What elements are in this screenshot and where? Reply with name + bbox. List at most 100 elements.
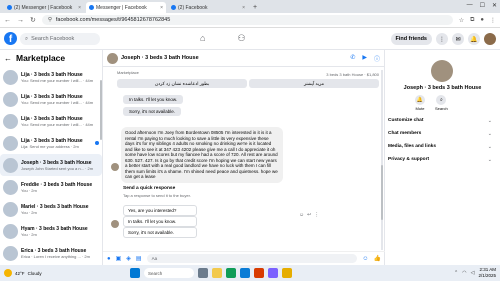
more-options-button[interactable]: مزید آپشنز xyxy=(249,79,379,88)
contact-avatar[interactable] xyxy=(431,60,453,82)
chrome-icon[interactable] xyxy=(226,268,236,278)
conversation-item[interactable]: Mariel · 3 beds 3 bath House You · 2m xyxy=(0,198,102,220)
home-icon[interactable]: ⌂ xyxy=(200,33,205,44)
forward-icon[interactable]: → xyxy=(17,17,24,24)
close-window-icon[interactable]: ✕ xyxy=(492,2,497,9)
conversation-item[interactable]: Lija · 3 beds 3 bath House Lija: Send me … xyxy=(0,132,102,154)
conversation-preview: You · 2m xyxy=(21,231,37,237)
conversation-avatar xyxy=(3,223,18,239)
privacy-support-row[interactable]: Privacy & support ⌄ xyxy=(385,153,500,166)
customize-chat-row[interactable]: Customize chat ⌄ xyxy=(385,114,500,127)
like-icon[interactable]: 👍 xyxy=(374,255,381,262)
back-arrow-icon[interactable]: ← xyxy=(4,54,12,63)
system-tray: ⌃ ◠ ◁ 2:31 AM 2/1/2025 xyxy=(454,267,496,278)
contact-name: Joseph · 3 beds 3 bath House xyxy=(403,85,482,91)
quick-reply-option[interactable]: Yes, are you interested? xyxy=(123,205,197,216)
messenger-icon[interactable]: ✉ xyxy=(452,33,464,45)
conversation-avatar xyxy=(3,91,18,107)
info-icon[interactable]: ⓘ xyxy=(374,54,380,63)
conversation-item[interactable]: Lija · 3 beds 3 bath House You: Send me y… xyxy=(0,88,102,110)
close-tab-icon[interactable]: × xyxy=(78,5,81,11)
conversation-preview: You · 2m xyxy=(21,187,37,193)
profile-icon[interactable]: ● xyxy=(480,17,484,23)
conversation-name: Hyam · 3 beds 3 bath House xyxy=(21,225,88,232)
app-icon[interactable] xyxy=(282,268,292,278)
browser-tab-3[interactable]: (2) Facebook × xyxy=(168,2,248,13)
maximize-icon[interactable]: ☐ xyxy=(480,2,485,9)
browser-tab-2[interactable]: Messenger | Facebook × xyxy=(86,2,166,13)
facebook-top-bar: f ⌕ Search Facebook ⌂ ⚇ Find friends ⋮ ✉ … xyxy=(0,28,500,50)
account-avatar[interactable] xyxy=(484,33,496,45)
find-friends-button[interactable]: Find friends xyxy=(390,33,432,45)
facebook-search-input[interactable]: ⌕ Search Facebook xyxy=(20,33,100,45)
store-icon[interactable] xyxy=(268,268,278,278)
taskbar-search[interactable]: Search xyxy=(144,268,194,278)
menu-grid-icon[interactable]: ⋮ xyxy=(436,33,448,45)
quick-reply-option[interactable]: In talks. I'll let you know. xyxy=(123,216,197,227)
site-info-icon[interactable]: ⚲ xyxy=(48,17,52,23)
message-bubble: Good afternoon I'm Joey from Bordentown … xyxy=(121,127,283,183)
phone-icon[interactable]: ✆ xyxy=(350,54,355,63)
reload-icon[interactable]: ↻ xyxy=(30,16,36,24)
media-files-row[interactable]: Media, files and links ⌄ xyxy=(385,140,500,153)
edge-icon[interactable] xyxy=(240,268,250,278)
conversation-item[interactable]: Freddie · 3 beds 3 bath House You · 2m xyxy=(0,176,102,198)
office-icon[interactable] xyxy=(254,268,264,278)
volume-icon[interactable]: ◁ xyxy=(471,270,475,276)
sidebar-scrollbar[interactable] xyxy=(100,80,102,140)
menu-icon[interactable]: ⋮ xyxy=(490,17,496,24)
notifications-icon[interactable]: 🔔 xyxy=(468,33,480,45)
conversation-item[interactable]: Joseph · 3 beds 3 bath House Joseph John … xyxy=(0,154,102,176)
clock[interactable]: 2:31 AM 2/1/2025 xyxy=(478,267,496,278)
chat-members-row[interactable]: Chat members ⌄ xyxy=(385,127,500,140)
wifi-icon[interactable]: ◠ xyxy=(462,270,466,276)
close-tab-icon[interactable]: × xyxy=(242,5,245,11)
star-icon[interactable]: ☆ xyxy=(459,17,464,24)
mark-as-claimed-button[interactable]: بطور ادعاشده نشان زد کردن xyxy=(117,79,247,88)
emoji-react-icon[interactable]: ☺ xyxy=(299,212,304,218)
conversation-item[interactable]: Lija · 3 beds 3 bath House You: Send me y… xyxy=(0,110,102,132)
close-tab-icon[interactable]: × xyxy=(160,5,163,11)
emoji-icon[interactable]: ☺ xyxy=(362,256,368,262)
mute-button[interactable]: 🔔 Mute xyxy=(415,95,425,111)
chat-scrollbar[interactable] xyxy=(381,70,383,250)
browser-tab-1[interactable]: (2) Messenger | Facebook × xyxy=(4,2,84,13)
facebook-logo[interactable]: f xyxy=(4,32,17,45)
new-tab-button[interactable]: + xyxy=(253,4,257,11)
search-icon: ⌕ xyxy=(25,35,29,42)
search-conversation-button[interactable]: ⌕ Search xyxy=(435,95,448,111)
chat-avatar[interactable] xyxy=(107,52,118,64)
unread-dot xyxy=(95,141,99,145)
conversation-item[interactable]: Erica · 3 beds 3 bath House Erica · Loren… xyxy=(0,242,102,264)
chat-scrollbar-thumb[interactable] xyxy=(381,165,383,220)
photo-icon[interactable]: ▣ xyxy=(116,255,122,262)
chat-panel: Joseph · 3 beds 3 bath House ✆ ▶ ⓘ Marke… xyxy=(103,50,385,265)
video-icon[interactable]: ▶ xyxy=(362,54,367,63)
task-view-icon[interactable] xyxy=(198,268,208,278)
groups-icon[interactable]: ⚇ xyxy=(237,33,245,44)
chat-header: Joseph · 3 beds 3 bath House ✆ ▶ ⓘ xyxy=(103,50,384,67)
sender-avatar[interactable] xyxy=(111,163,119,171)
more-icon[interactable]: ⋮ xyxy=(314,212,319,218)
voice-clip-icon[interactable]: ● xyxy=(107,256,111,262)
sticker-icon[interactable]: ◈ xyxy=(126,255,131,262)
sender-avatar[interactable] xyxy=(111,220,119,228)
extensions-icon[interactable]: ⧉ xyxy=(470,17,474,24)
center-nav: ⌂ ⚇ xyxy=(200,33,246,44)
listing-summary[interactable]: 3 beds 3 bath House · $1,800 xyxy=(117,72,379,77)
reply-icon[interactable]: ↩ xyxy=(307,212,311,218)
quick-reply-option[interactable]: Sorry, it's not available. xyxy=(123,227,197,238)
conversation-preview: You: Send me your number I will... · 44m xyxy=(21,77,94,83)
chevron-up-icon[interactable]: ⌃ xyxy=(454,270,458,276)
start-icon[interactable] xyxy=(130,268,140,278)
url-input[interactable]: ⚲ facebook.com/messages/t/964581267876284… xyxy=(41,15,453,25)
file-explorer-icon[interactable] xyxy=(212,268,222,278)
weather-widget[interactable]: 42°F Cloudy xyxy=(4,269,42,277)
chat-title[interactable]: Joseph · 3 beds 3 bath House xyxy=(121,55,199,61)
message-input[interactable]: Aa xyxy=(146,254,358,263)
conversation-item[interactable]: Hyam · 3 beds 3 bath House You · 2m xyxy=(0,220,102,242)
minimize-icon[interactable]: — xyxy=(467,2,473,9)
gif-icon[interactable]: ▤ xyxy=(136,255,142,262)
back-icon[interactable]: ← xyxy=(4,17,11,24)
conversation-item[interactable]: Lija · 3 beds 3 bath House You: Send me y… xyxy=(0,66,102,88)
